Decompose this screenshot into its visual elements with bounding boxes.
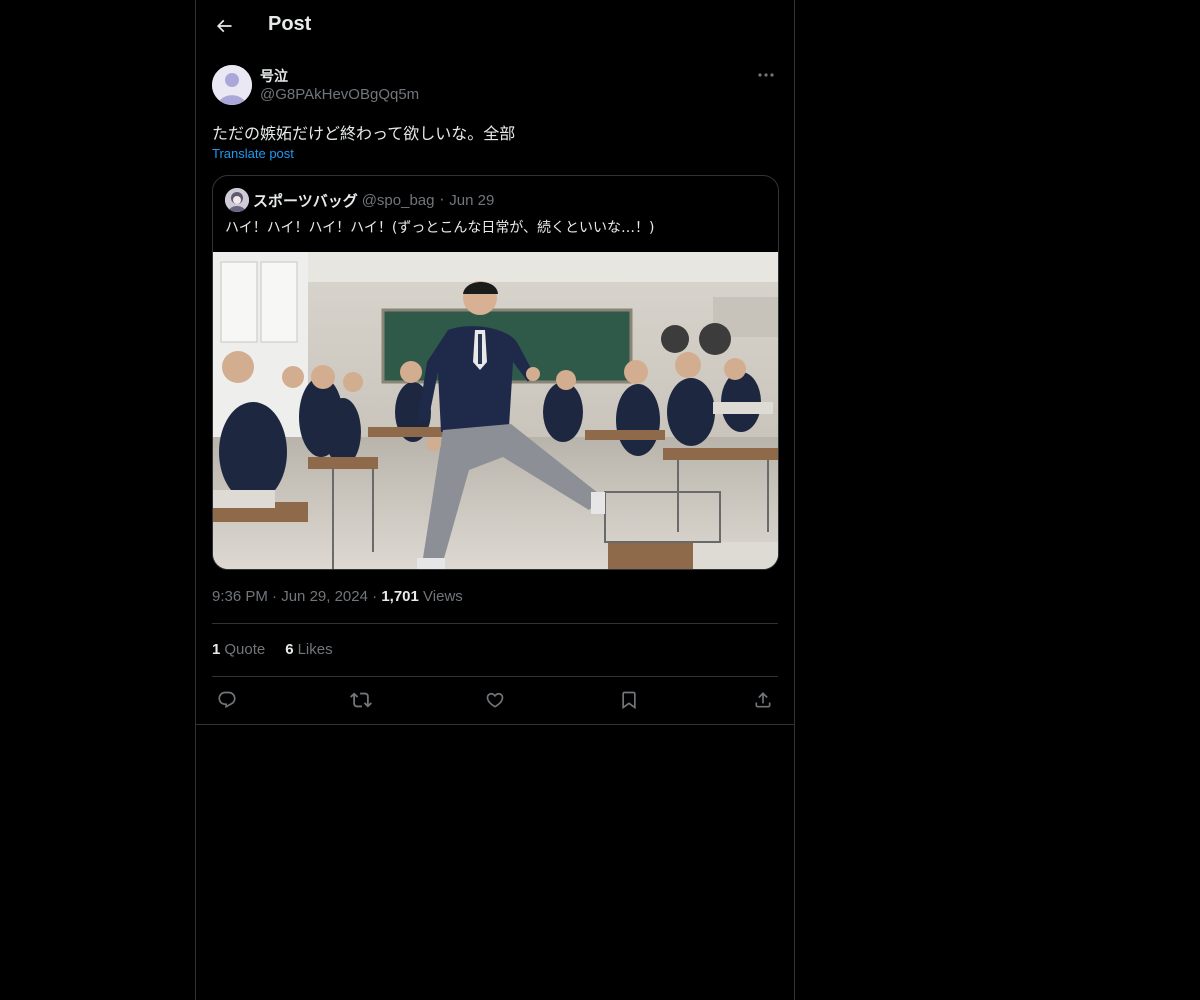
views-count: 1,701	[381, 588, 419, 605]
quote-media[interactable]	[213, 252, 778, 569]
header: Post	[196, 0, 794, 54]
classroom-photo	[213, 252, 778, 569]
repost-icon	[350, 692, 372, 708]
bookmark-button[interactable]	[614, 686, 644, 714]
more-icon	[758, 73, 774, 77]
repost-button[interactable]	[346, 686, 376, 714]
quote-header: スポーツバッグ @spo_bag · Jun 29	[225, 188, 494, 212]
likes-stat[interactable]: 6 Likes	[285, 641, 332, 658]
author-handle[interactable]: @G8PAkHevOBgQq5m	[260, 86, 419, 103]
post-column: Post 号泣 @G8PAkHevOBgQq5m ただの嫉妬だけど終わって欲しい…	[195, 0, 795, 1000]
reply-button[interactable]	[212, 686, 242, 714]
likes-label: Likes	[297, 641, 333, 658]
share-button[interactable]	[748, 686, 778, 714]
views-label: Views	[423, 588, 463, 605]
meta-separator: ·	[372, 588, 378, 605]
reply-icon	[218, 691, 236, 709]
quoted-post[interactable]: スポーツバッグ @spo_bag · Jun 29 ハイ！ハイ！ハイ！ハイ！(ず…	[212, 175, 779, 570]
more-button[interactable]	[754, 65, 778, 85]
post-metadata: 9:36 PM · Jun 29, 2024 · 1,701 Views	[212, 588, 463, 605]
quotes-count: 1	[212, 641, 221, 658]
post-time[interactable]: 9:36 PM	[212, 588, 268, 605]
meta-separator: ·	[272, 588, 278, 605]
quote-text: ハイ！ハイ！ハイ！ハイ！(ずっとこんな日常が、続くといいな…！)	[225, 220, 655, 236]
avatar[interactable]	[212, 65, 252, 105]
bookmark-icon	[622, 691, 636, 710]
author-name[interactable]: 号泣	[260, 66, 288, 86]
post-date[interactable]: Jun 29, 2024	[281, 588, 368, 605]
quote-avatar-icon	[225, 188, 249, 212]
engagement-stats: 1 Quote 6 Likes	[212, 641, 333, 658]
like-button[interactable]	[480, 686, 510, 714]
divider	[212, 623, 778, 624]
likes-count: 6	[285, 641, 294, 658]
translate-post-link[interactable]: Translate post	[212, 146, 294, 161]
quote-separator: ·	[439, 191, 445, 209]
quote-avatar	[225, 188, 249, 212]
quotes-stat[interactable]: 1 Quote	[212, 641, 265, 658]
page-title: Post	[268, 13, 312, 35]
back-arrow-icon	[216, 19, 232, 33]
quotes-label: Quote	[224, 641, 266, 658]
post-author: 号泣 @G8PAkHevOBgQq5m	[212, 65, 778, 107]
quote-author-name: スポーツバッグ	[253, 191, 358, 210]
like-icon	[486, 692, 504, 708]
divider	[212, 676, 778, 677]
quote-date: Jun 29	[449, 191, 495, 209]
default-avatar-icon	[212, 65, 252, 105]
action-bar	[212, 686, 778, 714]
post-text: ただの嫉妬だけど終わって欲しいな。全部	[212, 124, 516, 143]
divider	[196, 724, 794, 725]
back-button[interactable]	[206, 8, 242, 44]
share-icon	[755, 692, 771, 708]
quote-author-handle: @spo_bag	[361, 191, 435, 209]
